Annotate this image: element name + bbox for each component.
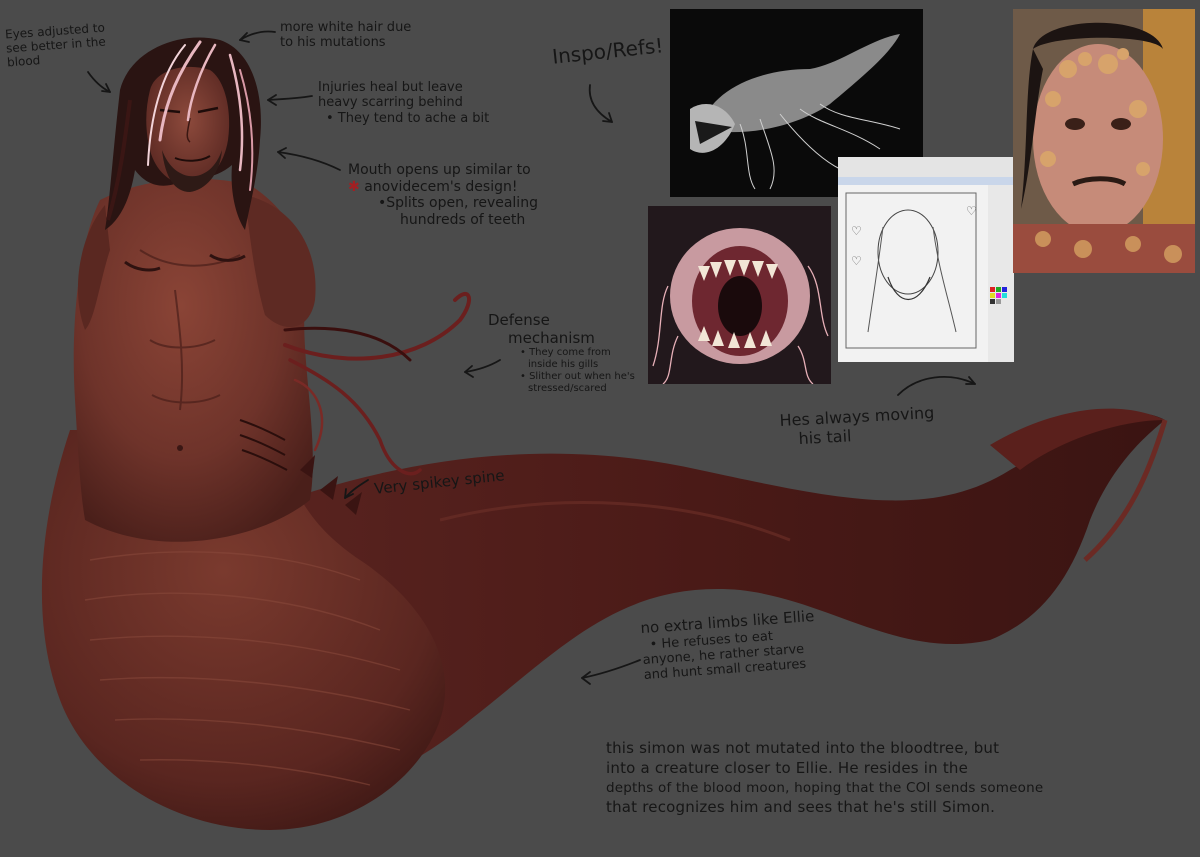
- note-eyes: Eyes adjusted to see better in the blood: [5, 21, 108, 70]
- note-injuries-line-3: • They tend to ache a bit: [326, 110, 490, 126]
- note-injuries: Injuries heal but leave heavy scarring b…: [318, 80, 489, 126]
- ref-image-sketch-app-screenshot: ♡ ♡ ♡: [838, 157, 1014, 362]
- note-mouth: Mouth opens up similar to ✱ anovidecem's…: [348, 162, 538, 228]
- note-summary-line-1: this simon was not mutated into the bloo…: [606, 739, 1000, 757]
- note-defense: Defense mechanism • They come from insid…: [488, 311, 635, 395]
- ref-image-creature-mouth: [648, 206, 831, 384]
- note-defense-line-4: inside his gills: [528, 359, 599, 371]
- note-hair-line-2: to his mutations: [280, 35, 386, 51]
- character-sheet-canvas: ♡ ♡ ♡ Eyes adjusted to see better in the: [0, 0, 1200, 857]
- note-defense-line-1: Defense: [488, 311, 550, 329]
- note-hair: more white hair due to his mutations: [280, 20, 411, 51]
- svg-text:♡: ♡: [851, 224, 862, 238]
- note-summary-line-4: that recognizes him and sees that he's s…: [606, 797, 996, 816]
- note-mouth-line-2: ✱ anovidecem's design!: [348, 179, 538, 196]
- note-mouth-line-1: Mouth opens up similar to: [348, 162, 531, 178]
- note-injuries-line-2: heavy scarring behind: [318, 95, 463, 111]
- note-summary-line-2: into a creature closer to Ellie. He resi…: [606, 759, 969, 778]
- note-defense-line-6: stressed/scared: [528, 382, 607, 394]
- note-injuries-line-1: Injuries heal but leave: [318, 80, 463, 95]
- note-defense-line-5: • Slither out when he's: [520, 370, 635, 382]
- note-defense-line-2: mechanism: [508, 328, 595, 347]
- ref-image-prosthetic-face: [1013, 9, 1195, 273]
- note-summary: this simon was not mutated into the bloo…: [606, 738, 1043, 817]
- note-hair-line-1: more white hair due: [280, 20, 412, 35]
- note-defense-line-3: • They come from: [520, 347, 611, 359]
- defense-tentacles: [283, 292, 471, 476]
- note-mouth-line-3: •Splits open, revealing: [378, 195, 538, 212]
- svg-text:♡: ♡: [966, 204, 977, 218]
- note-limbs: no extra limbs like Ellie • He refuses t…: [640, 607, 818, 684]
- asterisk-icon: ✱: [348, 178, 360, 195]
- note-mouth-line-2-text: anovidecem's design!: [364, 178, 518, 195]
- note-summary-line-3: depths of the blood moon, hoping that th…: [606, 779, 1044, 796]
- note-mouth-line-4: hundreds of teeth: [400, 211, 526, 228]
- svg-text:♡: ♡: [851, 254, 862, 268]
